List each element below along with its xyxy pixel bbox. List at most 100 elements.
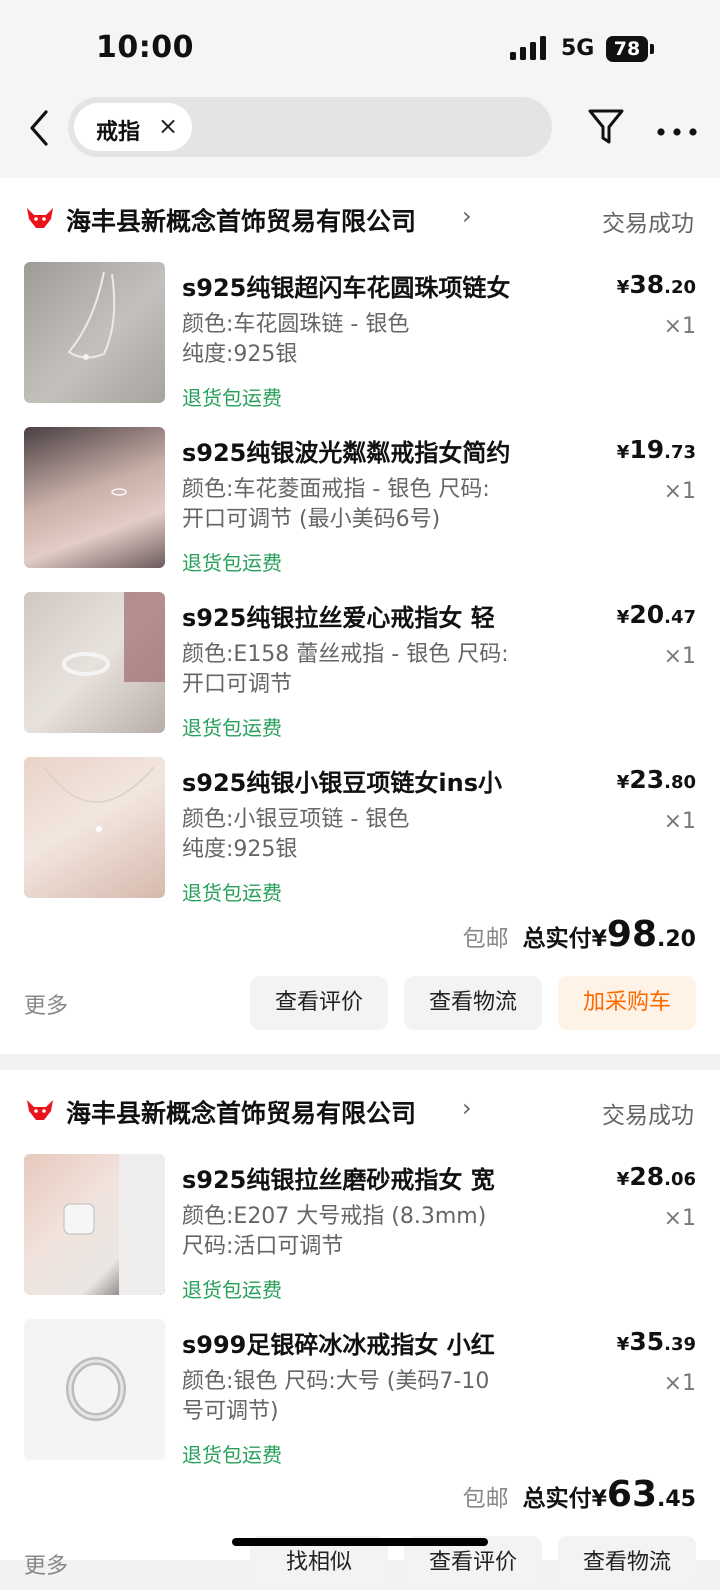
product-name[interactable]: s925纯银波光粼粼戒指女简约 bbox=[182, 433, 510, 468]
item-quantity: ×1 bbox=[663, 809, 696, 834]
total-currency: ¥ bbox=[591, 927, 607, 952]
product-spec-line: 颜色:E207 大号戒指 (8.3mm) bbox=[182, 1204, 487, 1229]
total-integer: 98 bbox=[606, 914, 658, 955]
return-shipping-tag: 退货包运费 bbox=[182, 386, 282, 410]
price-decimal: .20 bbox=[664, 277, 696, 298]
item-quantity: ×1 bbox=[663, 314, 696, 339]
close-icon[interactable]: × bbox=[158, 112, 178, 140]
battery-icon: 78 bbox=[606, 36, 648, 62]
currency: ¥ bbox=[616, 607, 630, 628]
status-time: 10:00 bbox=[96, 30, 194, 65]
add-to-cart-button[interactable]: 加采购车 bbox=[558, 976, 696, 1030]
product-spec: 颜色:银色 尺码:大号 (美码7-10 号可调节) bbox=[182, 1367, 542, 1427]
price-decimal: .39 bbox=[664, 1334, 696, 1355]
order-card: 海丰县新概念首饰贸易有限公司 › 交易成功 s925纯银超闪车花圆珠项链女 颜色… bbox=[0, 178, 720, 1054]
return-shipping-tag: 退货包运费 bbox=[182, 716, 282, 740]
order-item[interactable]: s999足银碎冰冰戒指女 小红 颜色:银色 尺码:大号 (美码7-10 号可调节… bbox=[0, 1319, 720, 1469]
order-item[interactable]: s925纯银超闪车花圆珠项链女 颜色:车花圆珠链 - 银色 纯度:925银 退货… bbox=[0, 262, 720, 412]
total-label: 总实付 bbox=[522, 1486, 592, 1512]
item-price: ¥28.06 bbox=[617, 1162, 696, 1191]
return-shipping-tag: 退货包运费 bbox=[182, 1278, 282, 1302]
signal-icon bbox=[510, 36, 550, 60]
currency: ¥ bbox=[616, 1334, 630, 1355]
product-spec-line: 颜色:银色 尺码:大号 (美码7-10 bbox=[182, 1369, 490, 1394]
product-spec-line: 开口可调节 bbox=[182, 672, 293, 697]
view-logistics-button[interactable]: 查看物流 bbox=[558, 1536, 696, 1590]
product-spec-line: 尺码:活口可调节 bbox=[182, 1234, 344, 1259]
search-box[interactable]: 戒指 × bbox=[68, 97, 552, 157]
total-label: 总实付 bbox=[522, 926, 592, 952]
product-name[interactable]: s925纯银超闪车花圆珠项链女 bbox=[182, 268, 510, 303]
product-spec: 颜色:车花菱面戒指 - 银色 尺码: 开口可调节 (最小美码6号) bbox=[182, 475, 542, 535]
order-status: 交易成功 bbox=[602, 1103, 694, 1129]
product-spec-line: 颜色:小银豆项链 - 银色 bbox=[182, 807, 410, 832]
item-quantity: ×1 bbox=[663, 1371, 696, 1396]
free-shipping-label: 包邮 bbox=[462, 926, 509, 952]
view-review-button[interactable]: 查看评价 bbox=[250, 976, 388, 1030]
shop-logo-icon bbox=[26, 1098, 54, 1122]
price-decimal: .47 bbox=[664, 607, 696, 628]
product-image[interactable] bbox=[24, 1154, 165, 1295]
product-spec: 颜色:E207 大号戒指 (8.3mm) 尺码:活口可调节 bbox=[182, 1202, 542, 1262]
product-image[interactable] bbox=[24, 427, 165, 568]
chevron-right-icon[interactable]: › bbox=[462, 202, 472, 230]
currency: ¥ bbox=[616, 772, 630, 793]
shop-logo-icon bbox=[26, 206, 54, 230]
product-image[interactable] bbox=[24, 1319, 165, 1460]
home-indicator[interactable] bbox=[232, 1538, 488, 1546]
product-image[interactable] bbox=[24, 592, 165, 733]
order-total: 包邮 总实付¥98.20 bbox=[463, 914, 696, 955]
chevron-right-icon[interactable]: › bbox=[462, 1094, 472, 1122]
item-quantity: ×1 bbox=[663, 479, 696, 504]
total-currency: ¥ bbox=[591, 1487, 607, 1512]
order-card: 海丰县新概念首饰贸易有限公司 › 交易成功 s925纯银拉丝磨砂戒指女 宽 颜色… bbox=[0, 1070, 720, 1590]
product-image[interactable] bbox=[24, 262, 165, 403]
status-bar: 10:00 5G 78 bbox=[0, 0, 720, 96]
product-name[interactable]: s925纯银小银豆项链女ins小 bbox=[182, 763, 502, 798]
product-spec-line: 开口可调节 (最小美码6号) bbox=[182, 507, 441, 532]
item-price: ¥38.20 bbox=[617, 270, 696, 299]
currency: ¥ bbox=[616, 442, 630, 463]
order-total: 包邮 总实付¥63.45 bbox=[463, 1474, 696, 1515]
price-decimal: .06 bbox=[664, 1169, 696, 1190]
more-button[interactable]: 更多 bbox=[24, 1548, 68, 1580]
product-spec: 颜色:车花圆珠链 - 银色 纯度:925银 bbox=[182, 310, 542, 370]
total-decimal: .20 bbox=[657, 927, 696, 952]
product-image[interactable] bbox=[24, 757, 165, 898]
product-name[interactable]: s999足银碎冰冰戒指女 小红 bbox=[182, 1325, 495, 1360]
more-button[interactable]: 更多 bbox=[24, 988, 68, 1020]
product-spec-line: 颜色:车花圆珠链 - 银色 bbox=[182, 312, 410, 337]
price-integer: 28 bbox=[629, 1162, 665, 1191]
product-name[interactable]: s925纯银拉丝爱心戒指女 轻 bbox=[182, 598, 495, 633]
battery-tip bbox=[650, 44, 654, 54]
price-integer: 19 bbox=[629, 435, 665, 464]
more-icon[interactable] bbox=[656, 122, 698, 136]
return-shipping-tag: 退货包运费 bbox=[182, 881, 282, 905]
back-icon[interactable] bbox=[22, 108, 58, 148]
order-status: 交易成功 bbox=[602, 211, 694, 237]
search-chip[interactable]: 戒指 × bbox=[74, 103, 192, 151]
price-integer: 23 bbox=[629, 765, 665, 794]
price-integer: 20 bbox=[629, 600, 665, 629]
price-decimal: .80 bbox=[664, 772, 696, 793]
item-price: ¥19.73 bbox=[617, 435, 696, 464]
product-name[interactable]: s925纯银拉丝磨砂戒指女 宽 bbox=[182, 1160, 495, 1195]
item-price: ¥35.39 bbox=[617, 1327, 696, 1356]
price-integer: 35 bbox=[629, 1327, 665, 1356]
product-spec-line: 纯度:925银 bbox=[182, 342, 298, 367]
view-logistics-button[interactable]: 查看物流 bbox=[404, 976, 542, 1030]
product-spec-line: 颜色:E158 蕾丝戒指 - 银色 尺码: bbox=[182, 642, 509, 667]
item-quantity: ×1 bbox=[663, 644, 696, 669]
order-item[interactable]: s925纯银小银豆项链女ins小 颜色:小银豆项链 - 银色 纯度:925银 退… bbox=[0, 757, 720, 907]
filter-icon[interactable] bbox=[586, 106, 626, 148]
product-spec-line: 号可调节) bbox=[182, 1399, 279, 1424]
return-shipping-tag: 退货包运费 bbox=[182, 1443, 282, 1467]
shop-name[interactable]: 海丰县新概念首饰贸易有限公司 bbox=[66, 202, 416, 238]
order-item[interactable]: s925纯银拉丝磨砂戒指女 宽 颜色:E207 大号戒指 (8.3mm) 尺码:… bbox=[0, 1154, 720, 1304]
order-item[interactable]: s925纯银拉丝爱心戒指女 轻 颜色:E158 蕾丝戒指 - 银色 尺码: 开口… bbox=[0, 592, 720, 742]
total-integer: 63 bbox=[606, 1474, 658, 1515]
shop-name[interactable]: 海丰县新概念首饰贸易有限公司 bbox=[66, 1094, 416, 1130]
network-type: 5G bbox=[561, 36, 595, 61]
order-item[interactable]: s925纯银波光粼粼戒指女简约 颜色:车花菱面戒指 - 银色 尺码: 开口可调节… bbox=[0, 427, 720, 577]
currency: ¥ bbox=[616, 277, 630, 298]
